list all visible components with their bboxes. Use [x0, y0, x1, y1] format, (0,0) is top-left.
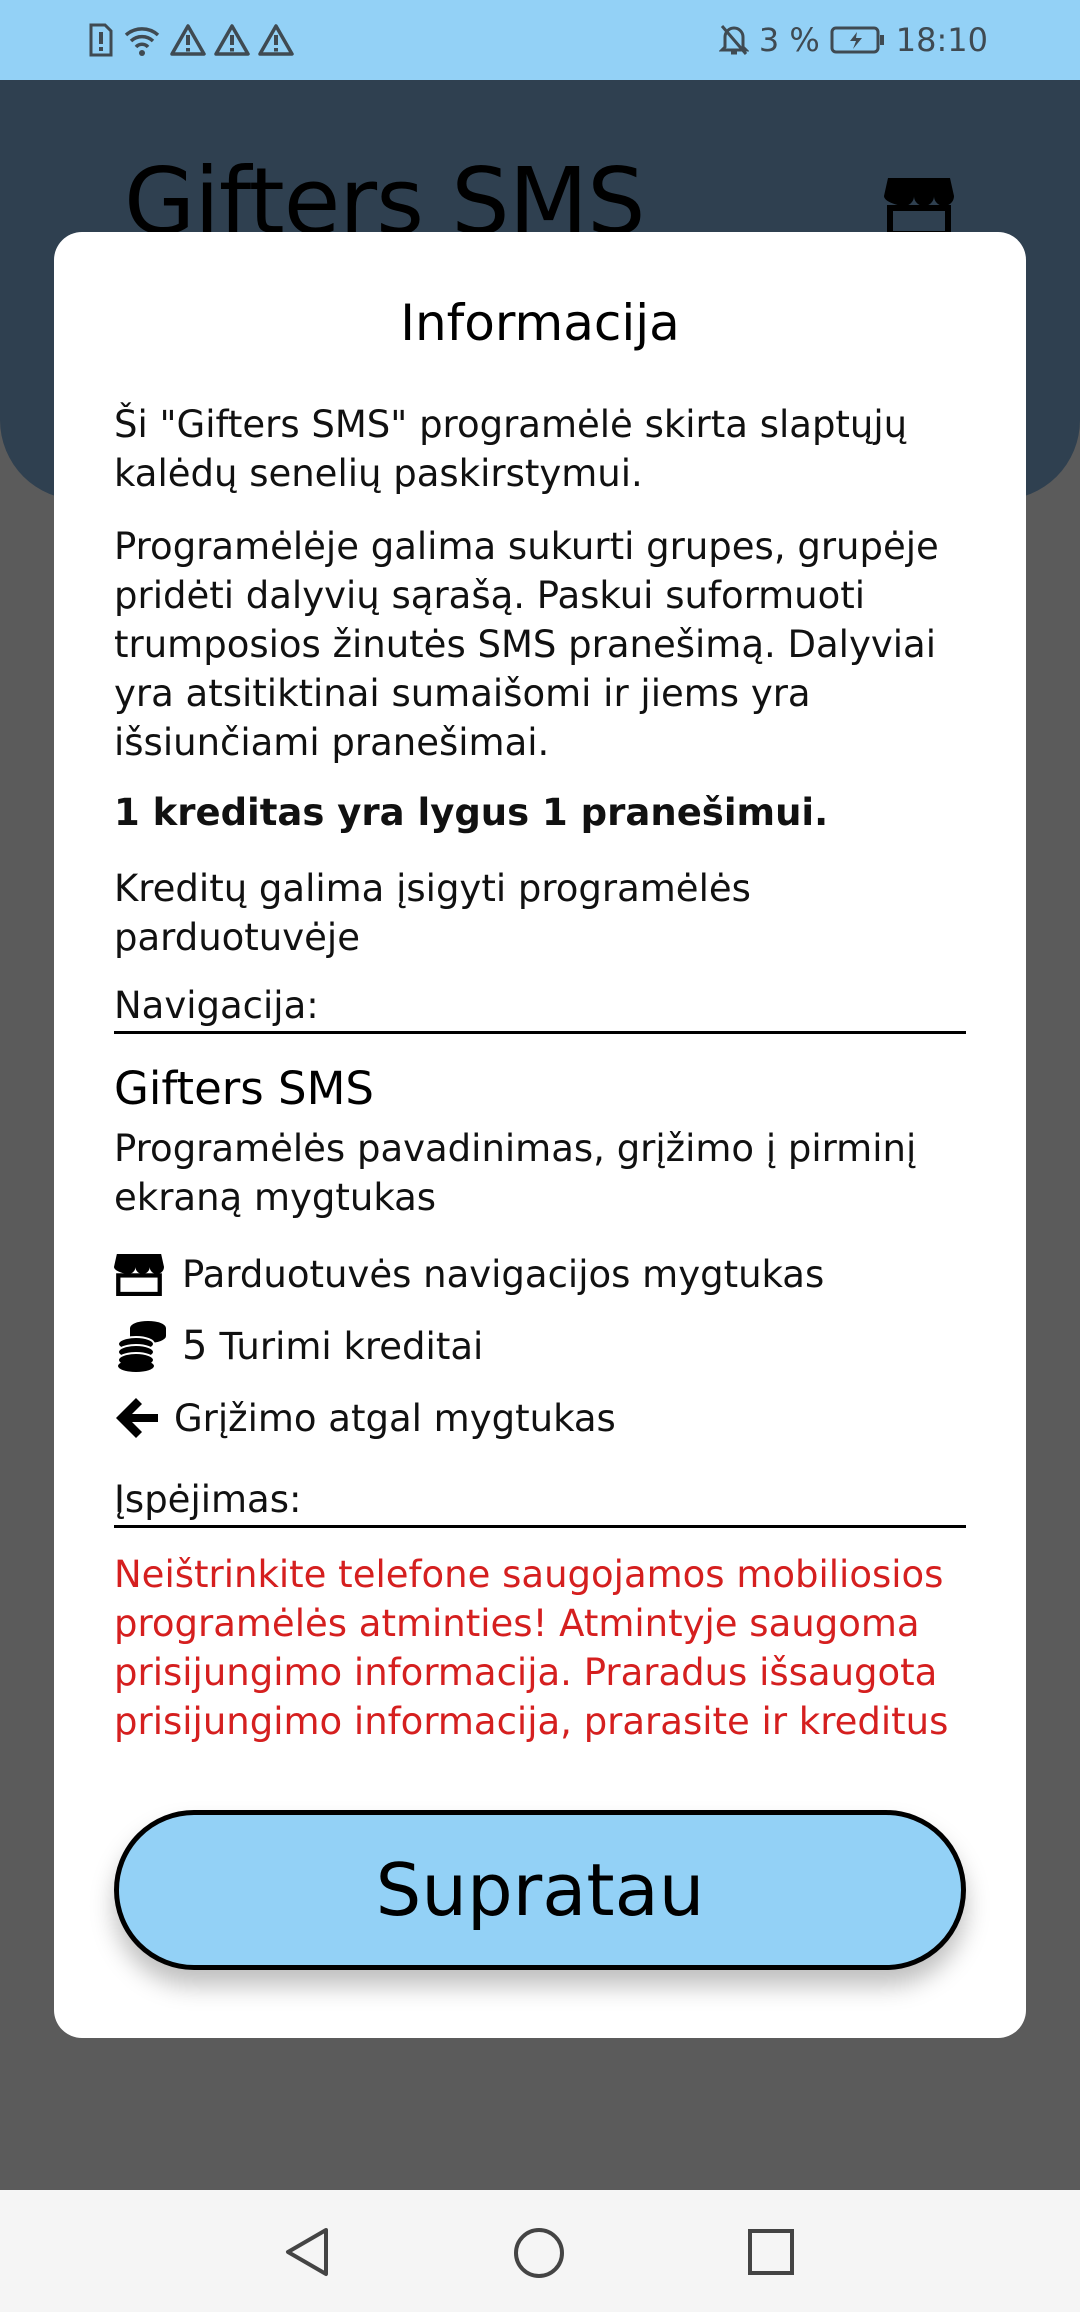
warning-heading: Įspėjimas:: [114, 1478, 966, 1528]
store-icon: [114, 1246, 174, 1302]
nav-back-row: Grįžimo atgal mygtukas: [114, 1390, 616, 1446]
nav-credits-label: Turimi kreditai: [219, 1324, 484, 1368]
wifi-icon: [122, 23, 162, 57]
status-icons-left: [88, 22, 294, 58]
dialog-title: Informacija: [400, 294, 680, 352]
nav-back-label: Grįžimo atgal mygtukas: [174, 1396, 616, 1440]
coins-icon: [114, 1318, 174, 1374]
credit-purchase-text: Kreditų galima įsigyti programėlės pardu…: [114, 867, 751, 959]
sim-alert-icon: [88, 23, 114, 57]
system-nav-bar: [0, 2190, 1080, 2312]
store-icon[interactable]: [884, 176, 954, 240]
nav-store-label: Parduotuvės navigacijos mygtukas: [182, 1252, 825, 1296]
battery-charging-icon: [830, 25, 886, 55]
status-icons-right: 3 % 18:10: [718, 18, 988, 62]
info-dialog: Informacija Ši "Gifters SMS" programėlė …: [54, 232, 1026, 2038]
bell-off-icon: [718, 23, 749, 57]
battery-percent: 3 %: [758, 21, 820, 59]
clock: 18:10: [895, 21, 988, 59]
warning-text: Neištrinkite telefone saugojamos mobilio…: [114, 1553, 949, 1743]
status-bar: 3 % 18:10: [0, 0, 1080, 80]
nav-store-row: Parduotuvės navigacijos mygtukas: [114, 1246, 824, 1302]
arrow-left-icon: [114, 1390, 166, 1446]
warning-icon: [214, 23, 250, 57]
nav-app-name: Gifters SMS: [114, 1062, 374, 1115]
intro-text: Ši "Gifters SMS" programėlė skirta slapt…: [114, 403, 908, 495]
nav-app-description: Programėlės pavadinimas, grįžimo į pirmi…: [114, 1127, 917, 1219]
nav-home-icon[interactable]: [512, 2226, 566, 2284]
nav-credits-row: 5 Turimi kreditai: [114, 1318, 483, 1374]
nav-back-icon[interactable]: [282, 2226, 332, 2282]
description-text: Programėlėje galima sukurti grupes, grup…: [114, 525, 939, 764]
credit-rule-text: 1 kreditas yra lygus 1 pranešimui.: [114, 791, 829, 834]
credit-count: 5: [182, 1323, 208, 1369]
warning-icon: [170, 23, 206, 57]
navigation-heading: Navigacija:: [114, 984, 966, 1034]
nav-recents-icon[interactable]: [746, 2226, 796, 2282]
understood-button[interactable]: Supratau: [114, 1810, 966, 1970]
warning-icon: [258, 23, 294, 57]
